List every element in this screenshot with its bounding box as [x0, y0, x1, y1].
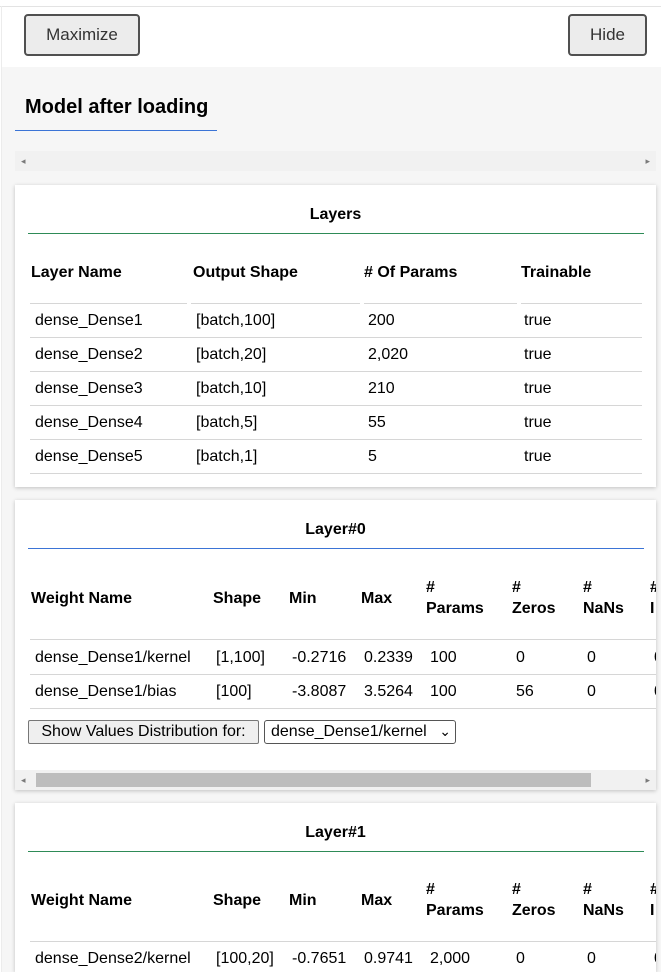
column-header-nans: # NaNs — [583, 881, 624, 919]
column-header-trainable: Trainable — [521, 264, 592, 281]
column-header-zeros: # Zeros — [512, 579, 556, 617]
layer0-card: Layer#0 Weight Name Shape Min Max # Param… — [15, 500, 656, 790]
column-header-params: # Params — [426, 579, 484, 617]
column-header-shape: Shape — [213, 590, 262, 607]
chevron-down-icon: ⌄ — [439, 723, 451, 739]
page-title: Model after loading — [25, 96, 209, 118]
column-header-zeros: # Zeros — [512, 881, 556, 919]
scroll-right-icon[interactable]: ▸ — [645, 156, 650, 166]
hide-button[interactable]: Hide — [568, 14, 647, 56]
layers-card-title: Layers — [309, 206, 362, 223]
horizontal-scrollbar[interactable]: ◂ ▸ — [15, 770, 656, 790]
column-header-params: # Params — [426, 881, 484, 919]
layers-card-divider — [28, 233, 644, 234]
scroll-left-icon[interactable]: ◂ — [21, 156, 26, 166]
show-values-distribution-button[interactable]: Show Values Distribution for: — [28, 720, 259, 744]
layer0-card-title: Layer#0 — [305, 521, 366, 538]
title-underline — [15, 130, 217, 131]
column-header-max: Max — [361, 590, 393, 607]
column-header-weight-name: Weight Name — [31, 892, 133, 909]
column-header-partial: #I — [650, 881, 656, 919]
column-header-output-shape: Output Shape — [193, 264, 298, 281]
weight-select[interactable]: dense_Dense1/kernel ⌄ — [264, 720, 456, 744]
layer1-card: Layer#1 Weight Name Shape Min Max # Param… — [15, 803, 656, 972]
column-header-max: Max — [361, 892, 393, 909]
layer1-card-title: Layer#1 — [305, 824, 366, 841]
column-header-params: # Of Params — [364, 264, 458, 281]
column-header-nans: # NaNs — [583, 579, 624, 617]
maximize-button[interactable]: Maximize — [24, 14, 140, 56]
scroll-left-icon[interactable]: ◂ — [21, 775, 26, 785]
horizontal-scrollbar-top[interactable]: ◂ ▸ — [15, 151, 656, 171]
column-header-partial: #I — [650, 579, 656, 617]
column-header-shape: Shape — [213, 892, 262, 909]
column-header-min: Min — [289, 892, 317, 909]
column-header-weight-name: Weight Name — [31, 590, 133, 607]
layer1-card-divider — [28, 851, 644, 852]
scroll-right-icon[interactable]: ▸ — [645, 775, 650, 785]
layer0-card-divider — [28, 548, 644, 549]
column-header-min: Min — [289, 590, 317, 607]
weight-select-value: dense_Dense1/kernel — [271, 723, 427, 740]
layers-card: Layers Layer Name Output Shape # Of Para… — [15, 185, 656, 487]
scrollbar-thumb[interactable] — [36, 773, 591, 787]
column-header-layer-name: Layer Name — [31, 264, 122, 281]
panel-left-edge — [1, 6, 2, 972]
